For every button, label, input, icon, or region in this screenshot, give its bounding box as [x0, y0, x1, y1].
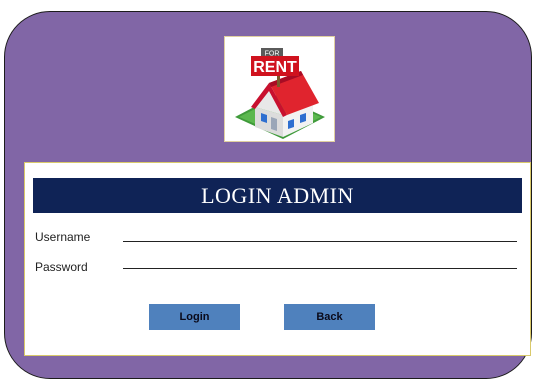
username-label: Username: [35, 230, 91, 244]
username-underline: [123, 241, 517, 242]
password-label: Password: [35, 260, 88, 274]
sign-main-text: RENT: [253, 59, 297, 76]
for-rent-logo: FOR RENT: [224, 36, 335, 142]
password-underline: [123, 268, 517, 269]
login-panel: LOGIN ADMIN Username Password Login Back: [24, 162, 531, 356]
password-input[interactable]: [123, 250, 517, 268]
page-title: LOGIN ADMIN: [201, 182, 354, 208]
login-title-bar: LOGIN ADMIN: [33, 178, 522, 213]
back-button[interactable]: Back: [284, 304, 375, 330]
house-rent-icon: FOR RENT: [235, 48, 325, 139]
username-input[interactable]: [123, 224, 517, 242]
login-button[interactable]: Login: [149, 304, 240, 330]
sign-top-text: FOR: [265, 51, 280, 58]
